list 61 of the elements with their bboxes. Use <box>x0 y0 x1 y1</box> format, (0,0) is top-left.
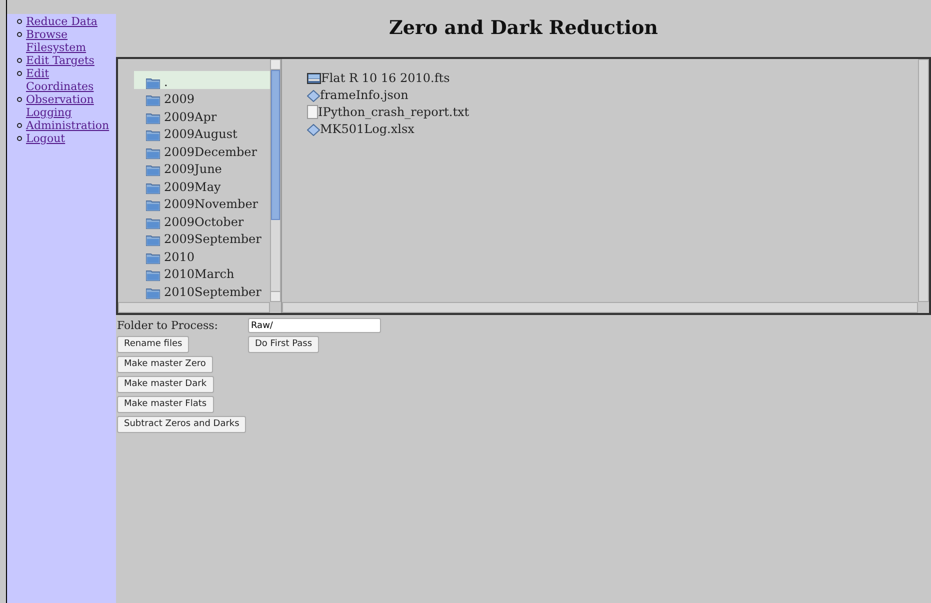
nav-link[interactable]: Edit Coordinates <box>26 67 116 93</box>
diamond-file-icon <box>307 124 320 136</box>
folder-item[interactable]: 2009October <box>134 211 270 228</box>
diamond-file-icon <box>307 90 320 102</box>
folder-icon <box>146 234 160 246</box>
action-button[interactable]: Subtract Zeros and Darks <box>117 416 246 433</box>
folder-icon <box>146 76 160 88</box>
folder-icon <box>146 286 160 298</box>
file-name[interactable]: IPython_crash_report.txt <box>318 105 470 119</box>
image-file-icon <box>307 73 321 85</box>
action-button[interactable]: Make master Flats <box>117 396 214 413</box>
folder-icon <box>146 182 160 194</box>
folder-icon <box>146 269 160 281</box>
folder-icon <box>146 146 160 158</box>
folder-item[interactable]: 2010September <box>134 281 270 298</box>
file-name[interactable]: Flat R 10 16 2010.fts <box>321 71 450 85</box>
bullet-icon <box>17 97 22 102</box>
folder-item[interactable]: 2009May <box>134 176 270 194</box>
nav-link[interactable]: Browse Filesystem <box>26 28 116 54</box>
folder-item[interactable]: 2009August <box>134 124 270 141</box>
folder-item[interactable]: 2009September <box>134 228 270 246</box>
folder-input[interactable]: Raw/ <box>248 318 381 333</box>
folder-item[interactable]: 2009December <box>134 141 270 158</box>
vertical-scrollbar[interactable] <box>270 59 281 302</box>
bullet-icon <box>17 136 22 141</box>
nav-link[interactable]: Logout <box>26 132 66 145</box>
vertical-scrollbar[interactable] <box>918 59 929 302</box>
folder-item[interactable]: 2009Apr <box>134 106 270 124</box>
folder-icon <box>146 216 160 228</box>
folder-item[interactable]: 2009June <box>134 158 270 176</box>
file-name[interactable]: frameInfo.json <box>320 88 408 102</box>
folder-icon <box>146 129 160 141</box>
action-button[interactable]: Rename files <box>117 336 190 353</box>
folder-icon <box>146 112 160 124</box>
bullet-icon <box>17 71 22 76</box>
folder-item[interactable]: 2009November <box>134 194 270 211</box>
action-button[interactable]: Make master Dark <box>117 376 214 393</box>
nav-link[interactable]: Edit Targets <box>26 54 94 67</box>
nav-link[interactable]: Observation Logging <box>26 93 116 119</box>
folder-icon <box>146 164 160 176</box>
bullet-icon <box>17 58 22 63</box>
page-title: Zero and Dark Reduction <box>389 16 658 42</box>
folder-item[interactable]: 2010March <box>134 264 270 281</box>
file-name[interactable]: MK501Log.xlsx <box>320 122 414 136</box>
bullet-icon <box>17 32 22 37</box>
horizontal-scrollbar[interactable] <box>118 302 270 313</box>
folder-icon <box>146 252 160 264</box>
action-button[interactable]: Do First Pass <box>248 336 320 353</box>
folder-icon <box>146 199 160 211</box>
folder-item[interactable]: 2009 <box>134 88 270 106</box>
folder-icon <box>146 94 160 106</box>
folder-item[interactable]: 2010 <box>134 246 270 264</box>
document-icon <box>307 105 318 119</box>
bullet-icon <box>17 123 22 128</box>
folder-label: Folder to Process: <box>117 318 219 333</box>
folder-item[interactable]: . <box>134 71 270 88</box>
bullet-icon <box>17 19 22 24</box>
action-button[interactable]: Make master Zero <box>117 356 213 373</box>
nav-link[interactable]: Administration <box>26 119 110 132</box>
horizontal-scrollbar[interactable] <box>282 302 918 313</box>
nav-link[interactable]: Reduce Data <box>26 15 98 28</box>
